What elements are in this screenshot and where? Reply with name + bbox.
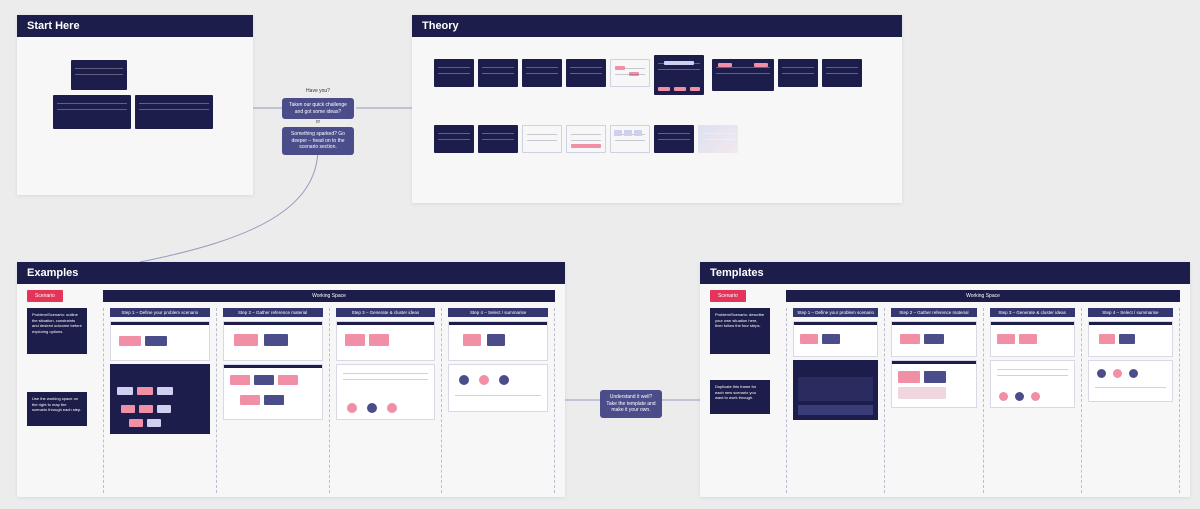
examples-info-card-2: Use the working space on the right to ma… (27, 392, 87, 426)
theory-slide-r1-5 (610, 59, 650, 87)
callout-to-templates[interactable]: Understand it well? Take the template an… (600, 390, 662, 418)
decision-heading: Have you? (282, 88, 354, 94)
panel-theory[interactable]: Theory (412, 15, 902, 203)
examples-step1-thumb2[interactable] (110, 364, 210, 434)
panel-templates-title: Templates (700, 262, 1190, 284)
theory-slide-r1-2 (478, 59, 518, 87)
panel-examples-title: Examples (17, 262, 565, 284)
start-slide-right (135, 95, 213, 129)
panel-examples[interactable]: Examples Scenario Working Space Problem/… (17, 262, 565, 497)
examples-step2-thumb2[interactable] (223, 364, 323, 420)
templates-step-2-header: Step 2 – Gather reference material (891, 308, 976, 317)
start-slide-heading (71, 60, 127, 90)
templates-working-space-bar: Working Space (786, 290, 1180, 302)
theory-slide-r1-1 (434, 59, 474, 87)
examples-step2-thumb1[interactable] (223, 321, 323, 361)
theory-slide-r1-4 (566, 59, 606, 87)
examples-step-3: Step 3 – Generate & cluster ideas (329, 308, 442, 493)
panel-templates[interactable]: Templates Scenario Working Space Problem… (700, 262, 1190, 497)
templates-step3-thumb1[interactable] (990, 321, 1075, 357)
theory-slide-r1-8 (778, 59, 818, 87)
templates-steps-row: Step 1 – Define your problem scenario St… (786, 308, 1180, 493)
theory-slide-r2-7 (698, 125, 738, 153)
examples-info-card-1: Problem/Scenario: outline the situation,… (27, 308, 87, 354)
theory-slide-r2-3 (522, 125, 562, 153)
templates-step-4: Step 4 – Select / summarise (1081, 308, 1180, 493)
panel-theory-title: Theory (412, 15, 902, 37)
examples-step-4: Step 4 – Select / summarise (441, 308, 555, 493)
examples-step3-thumb2[interactable] (336, 364, 436, 420)
examples-step-1-header: Step 1 – Define your problem scenario (110, 308, 210, 317)
templates-step4-thumb1[interactable] (1088, 321, 1173, 357)
examples-steps-row: Step 1 – Define your problem scenario (103, 308, 555, 493)
examples-step-2-header: Step 2 – Gather reference material (223, 308, 323, 317)
templates-info-card-2: Duplicate this frame for each new scenar… (710, 380, 770, 414)
templates-scenario-tag: Scenario (710, 290, 746, 302)
examples-step-3-header: Step 3 – Generate & cluster ideas (336, 308, 436, 317)
theory-slide-r2-5 (610, 125, 650, 153)
templates-step3-thumb2[interactable] (990, 360, 1075, 408)
examples-step4-thumb1[interactable] (448, 321, 548, 361)
templates-step1-thumb2[interactable] (793, 360, 878, 420)
start-slide-left (53, 95, 131, 129)
examples-step3-thumb1[interactable] (336, 321, 436, 361)
decision-or-label: or (282, 119, 354, 125)
templates-step-1: Step 1 – Define your problem scenario (786, 308, 884, 493)
templates-step4-thumb2[interactable] (1088, 360, 1173, 402)
templates-step1-thumb1[interactable] (793, 321, 878, 357)
examples-step4-thumb2[interactable] (448, 364, 548, 412)
theory-slide-r1-3 (522, 59, 562, 87)
templates-step2-thumb2[interactable] (891, 360, 976, 408)
templates-info-card-1: Problem/Scenario: describe your own situ… (710, 308, 770, 354)
theory-slide-r1-6 (654, 55, 704, 95)
examples-step-1: Step 1 – Define your problem scenario (103, 308, 216, 493)
templates-step-3: Step 3 – Generate & cluster ideas (983, 308, 1081, 493)
templates-step-2: Step 2 – Gather reference material (884, 308, 982, 493)
panel-start-here[interactable]: Start Here (17, 15, 253, 195)
theory-slide-r1-7 (712, 59, 774, 91)
examples-step1-thumb1[interactable] (110, 321, 210, 361)
templates-step2-thumb1[interactable] (891, 321, 976, 357)
theory-slide-r1-9 (822, 59, 862, 87)
panel-start-here-title: Start Here (17, 15, 253, 37)
examples-step-4-header: Step 4 – Select / summarise (448, 308, 548, 317)
templates-step-4-header: Step 4 – Select / summarise (1088, 308, 1173, 317)
templates-step-1-header: Step 1 – Define your problem scenario (793, 308, 878, 317)
examples-working-space-bar: Working Space (103, 290, 555, 302)
theory-slide-r2-6 (654, 125, 694, 153)
templates-step-3-header: Step 3 – Generate & cluster ideas (990, 308, 1075, 317)
decision-option-b[interactable]: Something sparked? Go deeper – head on t… (282, 127, 354, 155)
theory-slide-r2-4 (566, 125, 606, 153)
theory-slide-r2-1 (434, 125, 474, 153)
examples-scenario-tag: Scenario (27, 290, 63, 302)
theory-slide-r2-2 (478, 125, 518, 153)
decision-option-a[interactable]: Taken our quick challenge and got some i… (282, 98, 354, 119)
examples-step-2: Step 2 – Gather reference material (216, 308, 329, 493)
